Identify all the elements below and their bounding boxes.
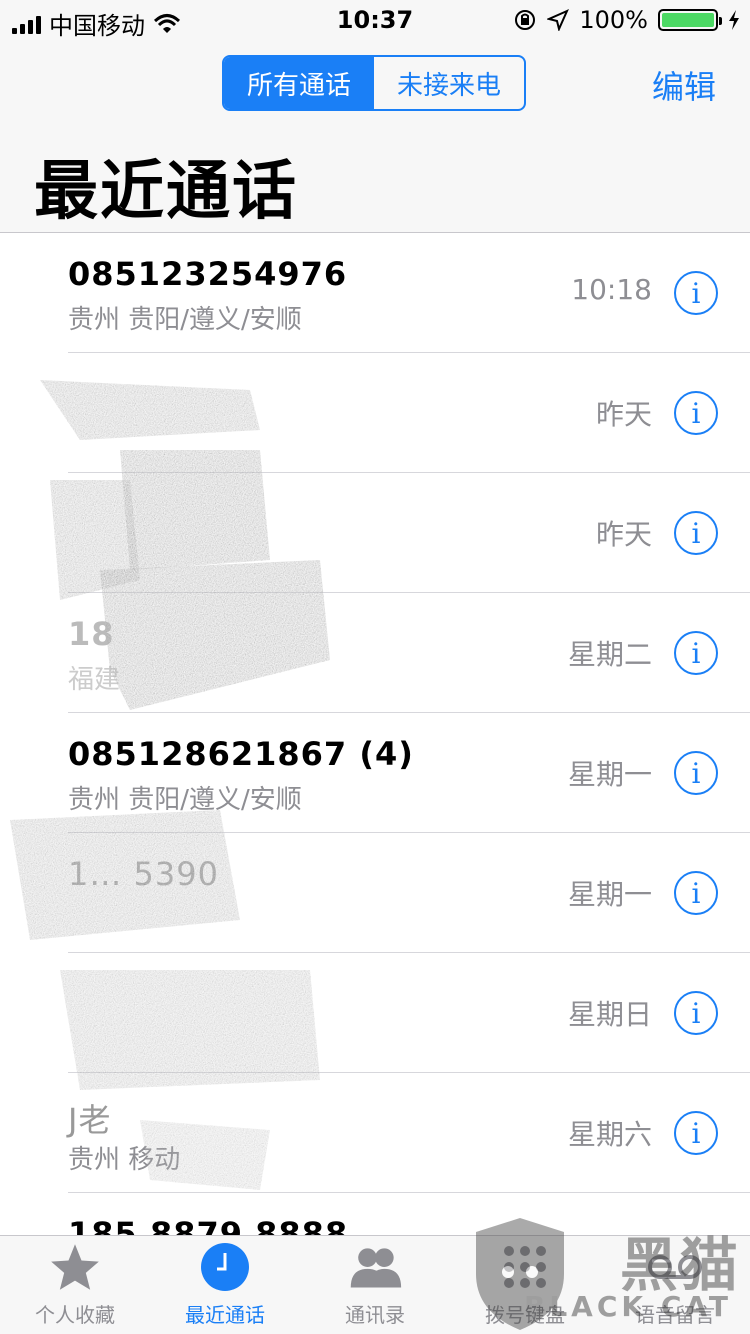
battery-icon: [658, 9, 722, 31]
call-time: 星期二: [567, 638, 652, 671]
tab-label: 语音留言: [635, 1303, 715, 1327]
call-row[interactable]: 18 福建 星期二 i: [0, 593, 750, 713]
call-time: 昨天: [595, 518, 652, 551]
call-time: 星期六: [567, 1118, 652, 1151]
tab-label: 拨号键盘: [485, 1303, 565, 1327]
battery-percent: 100%: [579, 6, 648, 34]
info-icon[interactable]: i: [674, 391, 718, 435]
edit-button[interactable]: 编辑: [652, 62, 716, 108]
caller-location: 贵州 移动: [68, 1145, 181, 1175]
caller-name: 1… 5390: [68, 855, 219, 893]
caller-name: J老: [68, 1101, 112, 1139]
tab-label: 最近通话: [185, 1303, 265, 1327]
call-row[interactable]: 昨天 i: [0, 473, 750, 593]
segment-all-calls[interactable]: 所有通话: [224, 57, 374, 109]
status-bar: 中国移动 10:37 100%: [0, 0, 750, 40]
info-icon[interactable]: i: [674, 991, 718, 1035]
call-filter-segmented-control[interactable]: 所有通话 未接来电: [222, 55, 526, 111]
caller-name: 085128621867 (4): [68, 735, 414, 773]
star-icon: [47, 1239, 103, 1295]
call-time: 10:18: [571, 273, 652, 306]
location-icon: [547, 9, 570, 31]
caller-location: 贵州 贵阳/遵义/安顺: [68, 785, 302, 815]
info-icon[interactable]: i: [674, 631, 718, 675]
orientation-lock-icon: [515, 10, 536, 30]
charging-icon: [729, 10, 739, 30]
voicemail-icon: [647, 1239, 703, 1295]
info-icon[interactable]: i: [674, 271, 718, 315]
call-row[interactable]: 1… 5390 星期一 i: [0, 833, 750, 953]
tab-recents[interactable]: 最近通话: [150, 1236, 300, 1334]
keypad-icon: [497, 1239, 553, 1295]
caller-location: 福建: [68, 665, 121, 695]
tab-keypad[interactable]: 拨号键盘: [450, 1236, 600, 1334]
tab-label: 通讯录: [345, 1303, 405, 1327]
call-row[interactable]: 085128621867 (4) 贵州 贵阳/遵义/安顺 星期一 i: [0, 713, 750, 833]
call-row[interactable]: 昨天 i: [0, 353, 750, 473]
nav-header: 所有通话 未接来电 编辑 最近通话: [0, 40, 750, 233]
call-row[interactable]: J老 贵州 移动 星期六 i: [0, 1073, 750, 1193]
segment-missed-calls[interactable]: 未接来电: [374, 57, 524, 109]
tab-contacts[interactable]: 通讯录: [300, 1236, 450, 1334]
contacts-icon: [347, 1239, 403, 1295]
page-title: 最近通话: [34, 155, 298, 229]
clock-icon: [197, 1239, 253, 1295]
info-icon[interactable]: i: [674, 511, 718, 555]
info-icon[interactable]: i: [674, 1111, 718, 1155]
caller-name: 085123254976: [68, 255, 348, 293]
tab-favorites[interactable]: 个人收藏: [0, 1236, 150, 1334]
call-row[interactable]: 星期日 i: [0, 953, 750, 1073]
info-icon[interactable]: i: [674, 751, 718, 795]
caller-location: 贵州 贵阳/遵义/安顺: [68, 305, 302, 335]
status-right: 100%: [513, 6, 740, 34]
recent-calls-list: 085123254976 贵州 贵阳/遵义/安顺 10:18 i 昨天 i 昨天…: [0, 233, 750, 1313]
call-time: 星期一: [567, 878, 652, 911]
tab-label: 个人收藏: [35, 1303, 115, 1327]
call-row[interactable]: 085123254976 贵州 贵阳/遵义/安顺 10:18 i: [0, 233, 750, 353]
caller-name: 18: [68, 615, 115, 653]
tab-voicemail[interactable]: 语音留言: [600, 1236, 750, 1334]
info-icon[interactable]: i: [674, 871, 718, 915]
call-time: 星期一: [567, 758, 652, 791]
call-time: 昨天: [595, 398, 652, 431]
call-time: 星期日: [567, 998, 652, 1031]
tab-bar: 个人收藏 最近通话 通讯录 拨号键盘 语音留言: [0, 1235, 750, 1334]
